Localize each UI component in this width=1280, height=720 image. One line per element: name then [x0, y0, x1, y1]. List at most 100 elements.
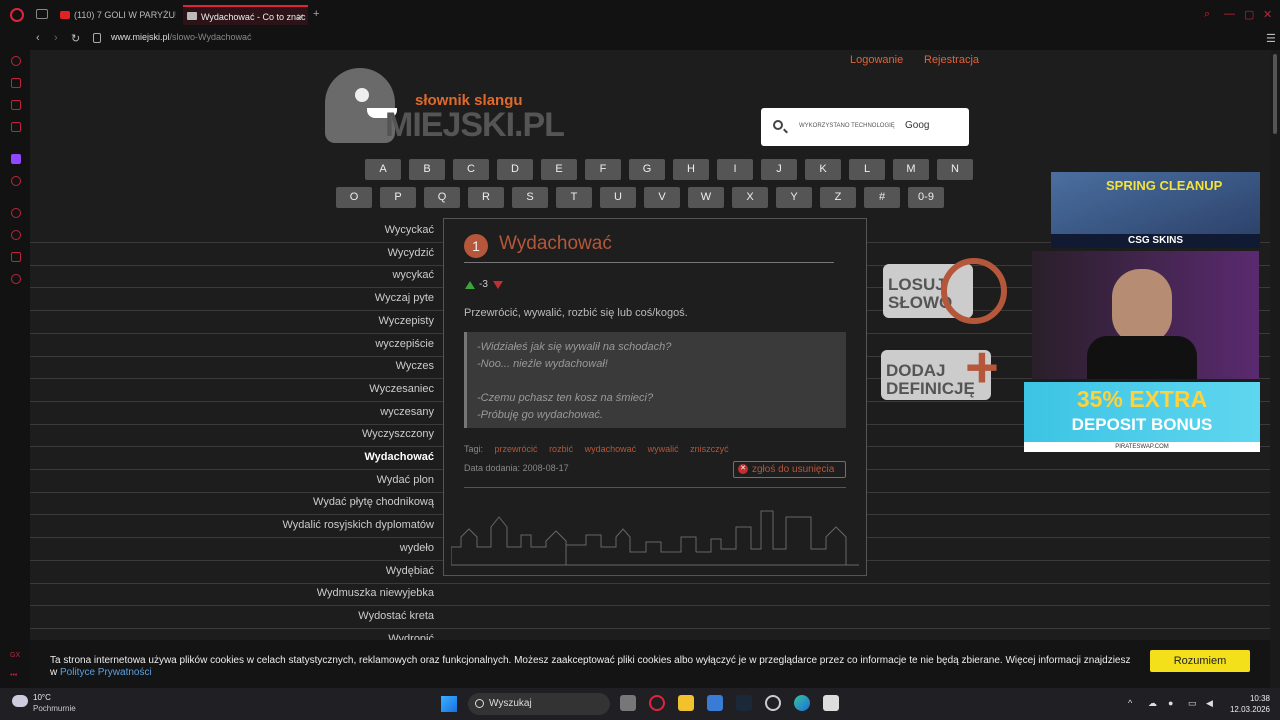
letter-button[interactable]: P	[380, 187, 416, 208]
extensions-icon[interactable]	[11, 252, 21, 262]
letter-button[interactable]: E	[541, 159, 577, 180]
windows-start-icon[interactable]	[441, 696, 457, 712]
steam-icon[interactable]	[736, 695, 752, 711]
back-icon[interactable]: ‹	[36, 32, 40, 44]
minimize-icon[interactable]: —	[1224, 8, 1235, 20]
word-link[interactable]: Wyczepisty	[378, 315, 434, 327]
letter-button[interactable]: Q	[424, 187, 460, 208]
letter-button[interactable]: Z	[820, 187, 856, 208]
mic-icon[interactable]: ●	[1168, 698, 1173, 708]
letter-button[interactable]: Y	[776, 187, 812, 208]
opera-menu-icon[interactable]	[10, 8, 24, 22]
thumbs-up-icon[interactable]	[465, 281, 475, 289]
news-icon[interactable]	[11, 122, 21, 132]
file-explorer-icon[interactable]	[678, 695, 694, 711]
word-link[interactable]: Wydębiać	[386, 565, 434, 577]
letter-button[interactable]: M	[893, 159, 929, 180]
word-link[interactable]: Wyczyszczony	[362, 428, 434, 440]
ad-csgoskins[interactable]: SPRING CLEANUP CSG SKINS	[1051, 172, 1260, 248]
definition-title[interactable]: Wydachować	[499, 233, 612, 255]
word-link[interactable]: Wycydzić	[388, 247, 434, 259]
letter-button[interactable]: W	[688, 187, 724, 208]
tab-youtube[interactable]: (110) 7 GOLI W PARYŻU! P	[56, 5, 176, 25]
letter-button[interactable]: G	[629, 159, 665, 180]
clock[interactable]: 10:38 12.03.2026	[1226, 693, 1270, 715]
letter-button[interactable]: T	[556, 187, 592, 208]
close-window-icon[interactable]: ✕	[1263, 8, 1272, 21]
register-link[interactable]: Rejestracja	[924, 54, 979, 66]
letter-button[interactable]: 0-9	[908, 187, 944, 208]
word-link[interactable]: wyczesany	[380, 406, 434, 418]
letter-button[interactable]: F	[585, 159, 621, 180]
letter-button[interactable]: #	[864, 187, 900, 208]
letter-button[interactable]: S	[512, 187, 548, 208]
site-logo[interactable]: słownik slangu MIEJSKI.PL	[325, 58, 565, 144]
tag-link[interactable]: wydachować	[585, 444, 637, 454]
new-tab-button[interactable]: +	[313, 8, 319, 20]
tab-miejski[interactable]: Wydachować - Co to znac ✕	[183, 5, 308, 25]
edge-icon[interactable]	[794, 695, 810, 711]
letter-button[interactable]: I	[717, 159, 753, 180]
word-list-item[interactable]: Wydostać kreta	[30, 606, 1270, 629]
word-link[interactable]: Wydmuszka niewyjebka	[317, 587, 434, 599]
letter-button[interactable]: D	[497, 159, 533, 180]
weather-cloud-icon[interactable]	[12, 695, 28, 707]
word-link[interactable]: Wydostać kreta	[358, 610, 434, 622]
word-link[interactable]: wyczepiście	[375, 338, 434, 350]
volume-icon[interactable]: ◀	[1206, 698, 1213, 709]
search-icon[interactable]	[773, 120, 783, 130]
word-list-item[interactable]: Wydmuszka niewyjebka	[30, 583, 1270, 607]
close-tab-icon[interactable]: ✕	[296, 7, 304, 25]
letter-button[interactable]: H	[673, 159, 709, 180]
page-scrollbar[interactable]	[1270, 50, 1280, 688]
app-icon[interactable]	[765, 695, 781, 711]
cookie-accept-button[interactable]: Rozumiem	[1150, 650, 1250, 672]
snipping-icon[interactable]	[823, 695, 839, 711]
search-box[interactable]: WYKORZYSTANO TECHNOLOGIĘ Goog	[761, 108, 969, 146]
letter-button[interactable]: A	[365, 159, 401, 180]
word-link[interactable]: Wyczesaniec	[369, 383, 434, 395]
tag-link[interactable]: rozbić	[549, 444, 573, 454]
network-icon[interactable]: ▭	[1188, 698, 1197, 709]
privacy-policy-link[interactable]: Polityce Prywatności	[60, 667, 152, 678]
ad-pirateswap[interactable]: 35% EXTRA DEPOSIT BONUS PIRATESWAP.COM	[1024, 382, 1260, 452]
letter-button[interactable]: N	[937, 159, 973, 180]
music-icon[interactable]	[11, 176, 21, 186]
word-link[interactable]: Wydać płytę chodnikową	[313, 496, 434, 508]
report-button[interactable]: zgłoś do usunięcia	[733, 461, 846, 478]
task-view-icon[interactable]	[620, 695, 636, 711]
lock-icon[interactable]	[93, 33, 101, 43]
url-field[interactable]: www.miejski.pl/slowo-Wydachować	[111, 32, 251, 42]
letter-button[interactable]: O	[336, 187, 372, 208]
sidebar-toggle-icon[interactable]: ☰	[1266, 32, 1276, 45]
letter-button[interactable]: C	[453, 159, 489, 180]
add-definition-button[interactable]: DODAJ DEFINICJĘ +	[881, 339, 1013, 410]
taskbar-search[interactable]: Wyszukaj	[468, 693, 610, 715]
letter-button[interactable]: X	[732, 187, 768, 208]
store-icon[interactable]	[707, 695, 723, 711]
word-link[interactable]: Wyczaj pyte	[375, 292, 434, 304]
maximize-icon[interactable]: ▢	[1244, 8, 1254, 21]
letter-button[interactable]: L	[849, 159, 885, 180]
letter-button[interactable]: J	[761, 159, 797, 180]
letter-button[interactable]: U	[600, 187, 636, 208]
letter-button[interactable]: B	[409, 159, 445, 180]
letter-button[interactable]: V	[644, 187, 680, 208]
search-tabs-icon[interactable]: ⌕	[1204, 8, 1210, 21]
word-link[interactable]: wydeło	[400, 542, 434, 554]
twitch-icon[interactable]	[11, 154, 21, 164]
word-link[interactable]: Wycyckać	[385, 224, 434, 236]
onedrive-icon[interactable]: ☁	[1148, 698, 1157, 709]
login-link[interactable]: Logowanie	[850, 54, 903, 66]
gx-corner-icon[interactable]	[11, 78, 21, 88]
settings-icon[interactable]	[11, 274, 21, 284]
thumbs-down-icon[interactable]	[493, 281, 503, 289]
player-icon[interactable]	[11, 208, 21, 218]
word-link[interactable]: Wyczes	[396, 360, 434, 372]
word-link[interactable]: Wydalić rosyjskich dyplomatów	[282, 519, 434, 531]
gx-control-icon[interactable]	[11, 56, 21, 66]
random-word-button[interactable]: LOSUJ SŁOWO	[883, 258, 1011, 326]
opera-gx-icon[interactable]	[649, 695, 665, 711]
word-link[interactable]: wycykać	[392, 269, 434, 281]
word-link[interactable]: Wydać plon	[377, 474, 434, 486]
